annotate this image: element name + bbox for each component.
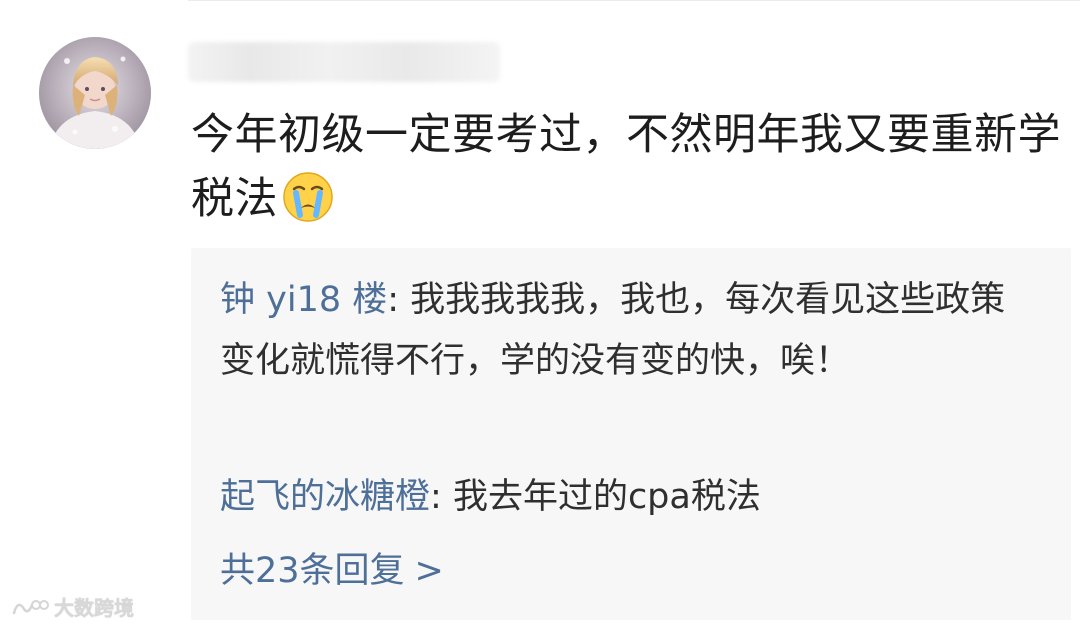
- reply-item[interactable]: 起飞的冰糖橙: 我去年过的cpa税法: [220, 467, 1040, 528]
- more-replies-label: 共23条回复: [220, 551, 405, 591]
- top-divider: [188, 0, 1080, 1]
- watermark: 大数跨境: [10, 592, 134, 621]
- reply-text: 我去年过的cpa税法: [452, 477, 761, 517]
- reply-item[interactable]: 钟 yi18 楼: 我我我我我，我也，每次看见这些政策变化就慌得不行，学的没有变…: [220, 270, 1040, 392]
- chevron-right-icon: >: [414, 551, 444, 591]
- watermark-text: 大数跨境: [54, 596, 134, 620]
- reply-separator: :: [430, 477, 453, 517]
- view-more-replies-link[interactable]: 共23条回复 >: [220, 545, 444, 597]
- avatar[interactable]: [39, 37, 151, 149]
- avatar-illustration: [39, 37, 151, 149]
- crying-face-icon: [282, 171, 334, 223]
- watermark-logo-icon: [12, 599, 49, 614]
- reply-separator: :: [387, 280, 411, 320]
- comment-body: 今年初级一定要考过，不然明年我又要重新学税法: [191, 103, 1063, 231]
- blurred-username[interactable]: [188, 42, 500, 82]
- reply-preview-box: 钟 yi18 楼: 我我我我我，我也，每次看见这些政策变化就慌得不行，学的没有变…: [191, 248, 1071, 620]
- reply-author[interactable]: 钟 yi18 楼: [220, 280, 387, 320]
- reply-author[interactable]: 起飞的冰糖橙: [220, 477, 430, 517]
